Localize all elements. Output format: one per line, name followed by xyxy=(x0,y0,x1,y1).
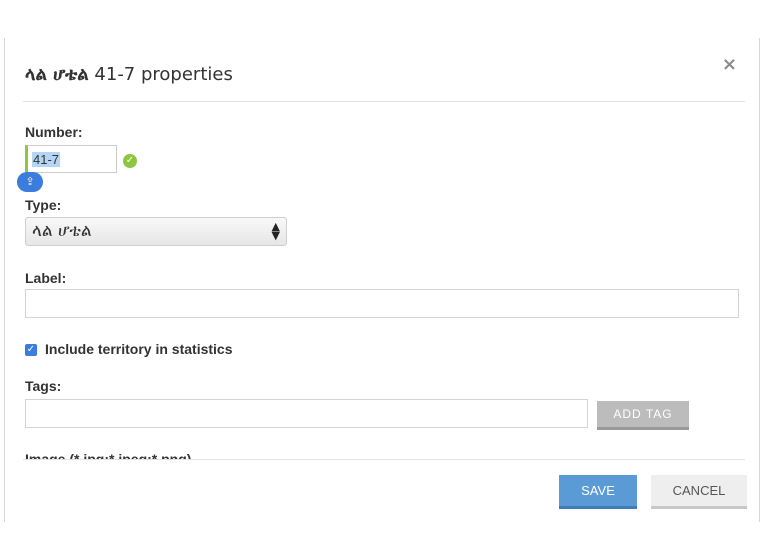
include-statistics-checkbox[interactable]: ✓ xyxy=(25,344,37,356)
dialog-header: ላል ሆቴል 41-7 properties × xyxy=(5,38,759,102)
territory-properties-dialog: ላል ሆቴል 41-7 properties × Number: 41-7 ✓ … xyxy=(4,38,760,522)
shift-icon[interactable]: ⇪ xyxy=(17,172,43,192)
number-input[interactable]: 41-7 xyxy=(25,145,117,173)
header-divider xyxy=(23,101,745,102)
close-icon[interactable]: × xyxy=(722,54,737,76)
dialog-title-name: ላል ሆቴል xyxy=(25,64,89,85)
add-tag-button[interactable]: ADD TAG xyxy=(597,401,689,430)
number-label: Number: xyxy=(25,124,83,140)
type-select[interactable]: ላል ሆቴል ▲ ▼ xyxy=(25,217,287,246)
label-field-label: Label: xyxy=(25,270,67,286)
dialog-title-suffix: 41-7 properties xyxy=(88,64,233,85)
dialog-title: ላል ሆቴል 41-7 properties xyxy=(25,64,233,85)
include-statistics-label[interactable]: Include territory in statistics xyxy=(45,341,233,357)
check-circle-icon: ✓ xyxy=(123,154,137,168)
type-label: Type: xyxy=(25,197,62,213)
save-button[interactable]: SAVE xyxy=(559,475,637,509)
footer-divider xyxy=(23,459,745,460)
label-input[interactable] xyxy=(25,289,739,318)
tags-input[interactable] xyxy=(25,399,588,428)
tags-label: Tags: xyxy=(25,378,62,394)
select-arrows-icon: ▲ ▼ xyxy=(271,220,280,242)
type-selected-value: ላል ሆቴል xyxy=(32,221,92,241)
cancel-button[interactable]: CANCEL xyxy=(651,475,747,509)
number-value: 41-7 xyxy=(32,152,61,167)
